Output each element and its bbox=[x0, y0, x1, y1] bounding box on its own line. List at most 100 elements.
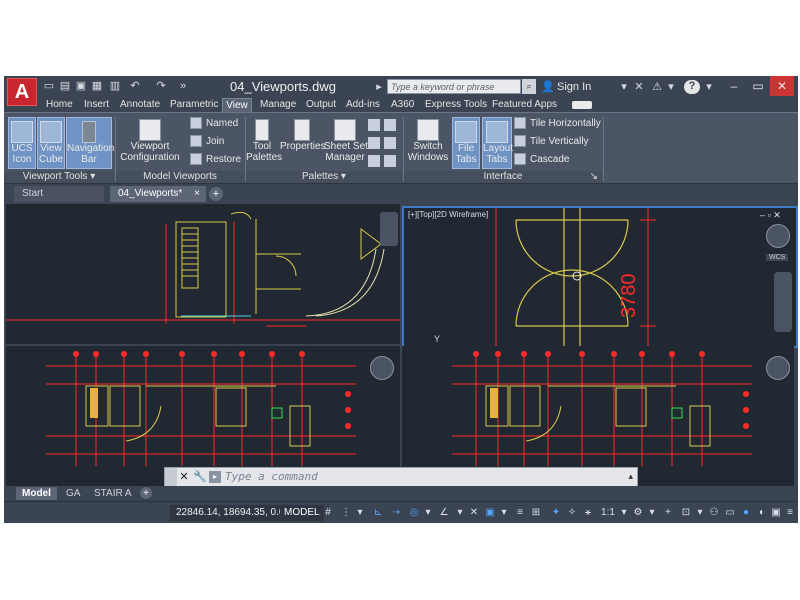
binoculars-icon[interactable]: ⌕ bbox=[522, 79, 536, 94]
save-icon[interactable]: ▣ bbox=[74, 80, 88, 92]
viewport-controls-label[interactable]: [+][Top][2D Wireframe] bbox=[408, 210, 488, 219]
lineweight-icon[interactable]: ▣ bbox=[484, 507, 496, 519]
customize-status-bar-icon[interactable]: ≡ bbox=[784, 507, 796, 519]
file-tabs-button[interactable]: File Tabs bbox=[452, 117, 480, 169]
polar-icon[interactable]: ⇢ bbox=[390, 507, 402, 519]
ucs-icon-button[interactable]: UCS Icon bbox=[8, 117, 36, 169]
viewport-configuration-button[interactable]: Viewport Configuration bbox=[118, 117, 182, 169]
annotation-visibility-icon[interactable]: ✦ bbox=[550, 507, 562, 519]
interface-panel-title[interactable]: Interface ↘ bbox=[404, 171, 602, 183]
snap-dropdown-icon[interactable]: ▾ bbox=[354, 507, 366, 519]
tab-home[interactable]: Home bbox=[46, 98, 73, 112]
hardware-acceleration-icon[interactable]: ◐ bbox=[756, 507, 768, 519]
ribbon-minimize-icon[interactable] bbox=[572, 101, 592, 109]
view-cube-icon[interactable] bbox=[370, 356, 394, 380]
exchange-apps-icon[interactable]: ✕ bbox=[632, 81, 646, 93]
quick-properties-icon[interactable]: ⚇ bbox=[708, 507, 720, 519]
palette-small-icon-3[interactable] bbox=[368, 137, 380, 149]
tab-express-tools[interactable]: Express Tools bbox=[425, 98, 487, 112]
command-history-icon[interactable]: ▴ bbox=[628, 471, 633, 482]
print-icon[interactable]: ▥ bbox=[108, 80, 122, 92]
undo-icon[interactable]: ↶ bbox=[128, 80, 142, 92]
properties-button[interactable]: Properties bbox=[280, 117, 326, 169]
selection-cycling-icon[interactable]: ≡ bbox=[514, 507, 526, 519]
palettes-panel-title[interactable]: Palettes ▾ bbox=[246, 171, 402, 183]
close-command-line-icon[interactable]: ✕ bbox=[177, 469, 191, 485]
units-icon[interactable]: ⊡ bbox=[680, 507, 692, 519]
scale-dropdown-icon[interactable]: ▾ bbox=[618, 507, 630, 519]
osnap-dropdown-icon[interactable]: ▾ bbox=[454, 507, 466, 519]
tab-a360[interactable]: A360 bbox=[391, 98, 414, 112]
tab-ga[interactable]: GA bbox=[60, 487, 86, 500]
open-folder-icon[interactable]: ▤ bbox=[58, 80, 72, 92]
close-tab-icon[interactable]: × bbox=[194, 186, 200, 202]
viewport-top-right-active[interactable]: [+][Top][2D Wireframe] Y 3780 – ▫ ✕ WCS bbox=[402, 206, 798, 348]
add-layout-button[interactable]: + bbox=[140, 487, 152, 499]
connect-dropdown-icon[interactable]: ▾ bbox=[664, 81, 678, 93]
layout-tabs-button[interactable]: Layout Tabs bbox=[482, 117, 513, 169]
signin-dropdown-icon[interactable]: ▾ bbox=[617, 81, 631, 93]
minimize-button[interactable]: – bbox=[722, 76, 746, 96]
tile-vertically-button[interactable]: Tile Vertically bbox=[514, 135, 589, 149]
sign-in-button[interactable]: Sign In bbox=[557, 81, 591, 93]
palette-small-icon-2[interactable] bbox=[384, 119, 396, 131]
quick-access-more-icon[interactable]: » bbox=[176, 80, 190, 92]
join-viewports-button[interactable]: Join bbox=[190, 135, 224, 149]
tab-annotate[interactable]: Annotate bbox=[120, 98, 160, 112]
tab-stair-a[interactable]: STAIR A bbox=[88, 487, 138, 500]
palette-small-icon-6[interactable] bbox=[384, 155, 396, 167]
object-snap-tracking-icon[interactable]: ∠ bbox=[438, 507, 450, 519]
tab-featured-apps[interactable]: Featured Apps bbox=[492, 98, 557, 112]
tab-output[interactable]: Output bbox=[306, 98, 336, 112]
palette-small-icon-4[interactable] bbox=[384, 137, 396, 149]
new-tab-button[interactable]: + bbox=[209, 187, 223, 201]
navigation-bar-button[interactable]: Navigation Bar bbox=[66, 117, 114, 169]
maximize-button[interactable]: ▭ bbox=[746, 76, 770, 96]
auto-scale-icon[interactable]: ✧ bbox=[566, 507, 578, 519]
redo-icon[interactable]: ↷ bbox=[154, 80, 168, 92]
lock-ui-icon[interactable]: ▭ bbox=[724, 507, 736, 519]
recent-commands-icon[interactable]: ▸ bbox=[209, 471, 221, 483]
snap-icon[interactable]: ⋮ bbox=[340, 507, 352, 519]
annotation-monitor-icon[interactable]: ⊞ bbox=[530, 507, 542, 519]
ortho-icon[interactable]: ⊾ bbox=[372, 507, 384, 519]
view-cube-icon[interactable] bbox=[766, 224, 790, 248]
tab-manage[interactable]: Manage bbox=[260, 98, 296, 112]
viewport-nav-widget[interactable] bbox=[380, 212, 398, 246]
panel-launcher-icon[interactable]: ↘ bbox=[590, 171, 598, 183]
save-as-icon[interactable]: ▦ bbox=[90, 80, 104, 92]
help-dropdown-icon[interactable]: ▾ bbox=[702, 81, 716, 93]
palette-small-icon-5[interactable] bbox=[368, 155, 380, 167]
viewport-top-left[interactable] bbox=[6, 204, 401, 344]
isolate-objects-icon[interactable]: ● bbox=[740, 507, 752, 519]
switch-windows-button[interactable]: Switch Windows bbox=[406, 117, 450, 169]
workspace-gear-icon[interactable]: ⚙ bbox=[632, 507, 644, 519]
tile-horizontally-button[interactable]: Tile Horizontally bbox=[514, 117, 601, 131]
object-snap-icon[interactable]: ✕ bbox=[468, 507, 480, 519]
new-file-icon[interactable]: ▭ bbox=[42, 80, 56, 92]
tab-view[interactable]: View bbox=[222, 98, 252, 112]
tab-model[interactable]: Model bbox=[16, 487, 57, 500]
annotation-scale-icon[interactable]: ⚹ bbox=[582, 507, 594, 519]
coordinate-display[interactable]: 22846.14, 18694.35, 0.00 bbox=[170, 505, 296, 521]
model-space-toggle[interactable]: MODEL bbox=[280, 505, 324, 521]
tab-add-ins[interactable]: Add-ins bbox=[346, 98, 380, 112]
navigation-bar-widget[interactable] bbox=[774, 272, 792, 332]
sheet-set-manager-button[interactable]: Sheet Set Manager bbox=[324, 117, 368, 169]
tab-insert[interactable]: Insert bbox=[84, 98, 109, 112]
viewport-tools-panel-title[interactable]: Viewport Tools ▾ bbox=[4, 171, 114, 183]
cascade-button[interactable]: Cascade bbox=[514, 153, 569, 167]
grid-icon[interactable]: # bbox=[322, 507, 334, 519]
restore-viewports-button[interactable]: Restore bbox=[190, 153, 241, 167]
isodraft-icon[interactable]: ◎ bbox=[408, 507, 420, 519]
command-line-grip[interactable] bbox=[165, 468, 177, 486]
workspace-dropdown-icon[interactable]: ▾ bbox=[646, 507, 658, 519]
close-window-button[interactable]: ✕ bbox=[770, 76, 794, 96]
palette-small-icon-1[interactable] bbox=[368, 119, 380, 131]
tool-palettes-button[interactable]: Tool Palettes bbox=[246, 117, 282, 169]
annotate-plus-icon[interactable]: + bbox=[662, 507, 674, 519]
viewport-window-controls[interactable]: – ▫ ✕ bbox=[760, 210, 781, 221]
named-viewports-button[interactable]: Named bbox=[190, 117, 238, 131]
search-expand-icon[interactable]: ▸ bbox=[372, 81, 386, 93]
search-input[interactable]: Type a keyword or phrase bbox=[387, 79, 521, 94]
